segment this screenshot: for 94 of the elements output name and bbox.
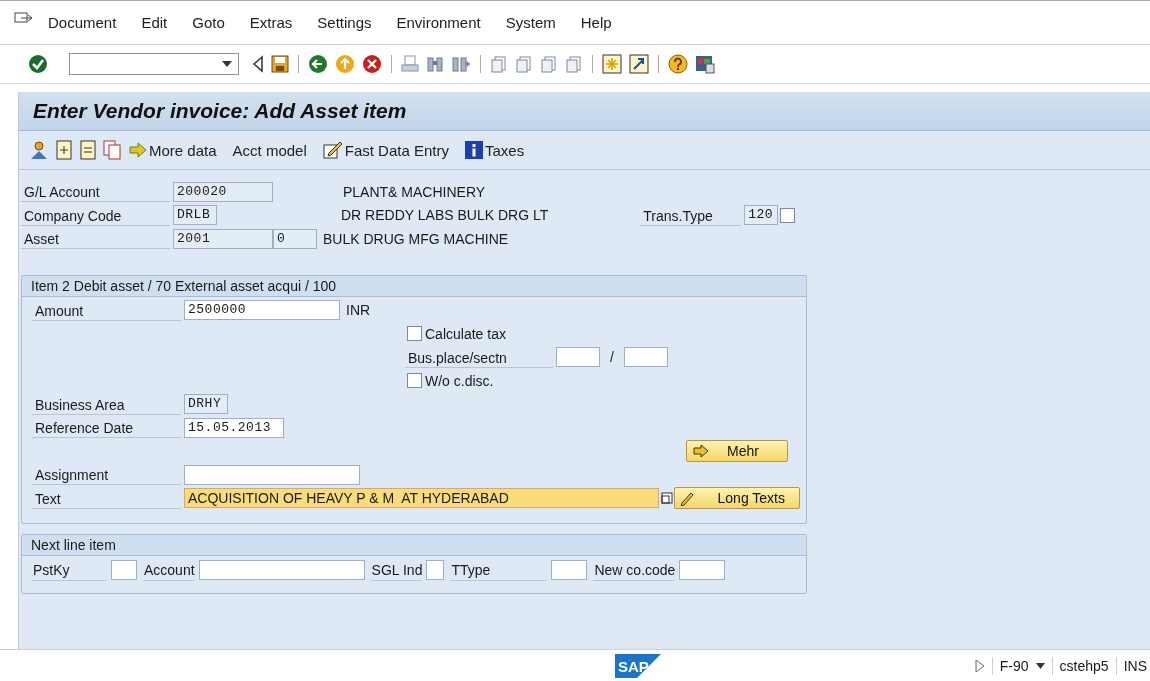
- command-field[interactable]: [69, 53, 239, 75]
- input-field[interactable]: [556, 347, 600, 368]
- field-description: DR REDDY LABS BULK DRG LT: [341, 207, 549, 224]
- print-icon[interactable]: [401, 55, 419, 73]
- help-icon[interactable]: [668, 54, 688, 74]
- transaction-code[interactable]: F-90: [999, 657, 1029, 674]
- menu-item[interactable]: Goto: [192, 14, 225, 31]
- arrow-right-icon: [129, 142, 147, 158]
- document-icon[interactable]: [79, 140, 97, 160]
- field-label: Amount: [32, 299, 181, 321]
- checkbox-label: Calculate tax: [425, 325, 506, 342]
- field-label: G/L Account: [21, 181, 170, 203]
- binoculars-icon[interactable]: [426, 55, 444, 73]
- checkbox[interactable]: [407, 373, 422, 389]
- input-field[interactable]: ACQUISITION OF HEAVY P & M AT HYDERABAD: [184, 488, 659, 509]
- screen-title: Enter Vendor invoice: Add Asset item: [33, 99, 407, 123]
- save-icon[interactable]: [271, 55, 289, 73]
- menu-item[interactable]: Edit: [141, 14, 168, 31]
- cancel-icon[interactable]: [362, 54, 382, 74]
- input-field[interactable]: [198, 560, 365, 580]
- layout-icon[interactable]: [695, 54, 715, 74]
- input-field[interactable]: DRHY: [184, 394, 228, 415]
- field-description: BULK DRUG MFG MACHINE: [323, 230, 509, 247]
- field-label: Trans.Type: [640, 204, 742, 226]
- field-label: PstKy: [32, 559, 107, 581]
- input-field[interactable]: 2500000: [184, 300, 340, 321]
- input-field[interactable]: [551, 560, 588, 580]
- checkbox[interactable]: [407, 326, 422, 342]
- triangle-left-icon[interactable]: [252, 55, 264, 73]
- field-label: Asset: [21, 228, 170, 250]
- document-icon[interactable]: [55, 140, 73, 160]
- field-label: Business Area: [32, 393, 181, 415]
- menu-item[interactable]: Environment: [396, 14, 481, 31]
- group-box-title: Item 2 Debit asset / 70 External asset acqui / 100: [22, 275, 806, 297]
- previous-page-icon[interactable]: [515, 55, 533, 73]
- enter-check-icon[interactable]: [28, 54, 48, 74]
- triangle-right-icon[interactable]: [974, 658, 985, 673]
- shortcut-icon[interactable]: [629, 54, 649, 74]
- input-field[interactable]: [184, 464, 360, 485]
- field-label: TType: [450, 559, 548, 581]
- input-field[interactable]: [679, 560, 726, 580]
- menu-item[interactable]: Document: [48, 14, 117, 31]
- toolbar-button[interactable]: More data: [127, 141, 225, 159]
- last-page-icon[interactable]: [565, 55, 583, 73]
- currency-label: INR: [346, 302, 371, 319]
- person-icon[interactable]: [29, 140, 49, 160]
- field-label: Text: [32, 487, 181, 509]
- field-label: New co.code: [593, 559, 676, 581]
- menu-item[interactable]: Settings: [317, 14, 372, 31]
- field-label: SGL Ind: [370, 559, 423, 581]
- exit-icon[interactable]: [335, 54, 355, 74]
- input-field[interactable]: [111, 560, 137, 580]
- back-icon[interactable]: [308, 54, 328, 74]
- separator-text: /: [610, 349, 614, 366]
- menu-item[interactable]: Extras: [249, 14, 293, 31]
- dropdown-icon[interactable]: [1035, 662, 1045, 669]
- field-label: Bus.place/sectn: [405, 346, 553, 368]
- long-texts-button[interactable]: Long Texts: [674, 487, 800, 510]
- checkbox[interactable]: [780, 207, 796, 223]
- toolbar-button[interactable]: Acct model: [230, 141, 315, 159]
- logo-icon: SAP: [615, 653, 661, 678]
- pencil-icon: [679, 490, 695, 507]
- info-icon: [464, 141, 483, 159]
- first-page-icon[interactable]: [490, 55, 508, 73]
- next-page-icon[interactable]: [540, 55, 558, 73]
- field-label: Reference Date: [32, 417, 181, 439]
- input-field[interactable]: 15.05.2013: [184, 417, 284, 438]
- input-field[interactable]: [623, 347, 668, 368]
- menu-item[interactable]: Help: [580, 14, 612, 31]
- mehr-button[interactable]: Mehr: [686, 440, 788, 463]
- toolbar-button[interactable]: Taxes: [462, 141, 533, 159]
- binoculars-plus-icon[interactable]: [451, 55, 471, 73]
- input-mode: INS: [1123, 657, 1147, 674]
- input-field[interactable]: 120: [744, 205, 779, 226]
- input-field[interactable]: [426, 560, 445, 580]
- toolbar-button[interactable]: Fast Data Entry: [320, 141, 457, 159]
- dropdown-icon[interactable]: [222, 61, 232, 67]
- group-box-title: Next line item: [22, 534, 806, 556]
- field-label: Account: [143, 559, 195, 581]
- input-field[interactable]: 0: [273, 228, 317, 249]
- field-label: Company Code: [21, 204, 170, 226]
- pencil-icon: [322, 141, 343, 159]
- input-field[interactable]: 2001: [173, 228, 273, 249]
- field-description: PLANT& MACHINERY: [343, 183, 486, 200]
- new-session-icon[interactable]: [602, 54, 622, 74]
- menu-item[interactable]: System: [505, 14, 556, 31]
- copy-icon[interactable]: [103, 140, 121, 160]
- arrow-right-icon: [693, 444, 709, 459]
- input-field[interactable]: 200020: [173, 181, 273, 202]
- checkbox-label: W/o c.disc.: [425, 372, 494, 389]
- field-label: Assignment: [32, 464, 181, 486]
- system-user: cstehp5: [1059, 657, 1109, 674]
- input-field[interactable]: DRLB: [173, 205, 217, 226]
- copy-icon[interactable]: [661, 492, 673, 505]
